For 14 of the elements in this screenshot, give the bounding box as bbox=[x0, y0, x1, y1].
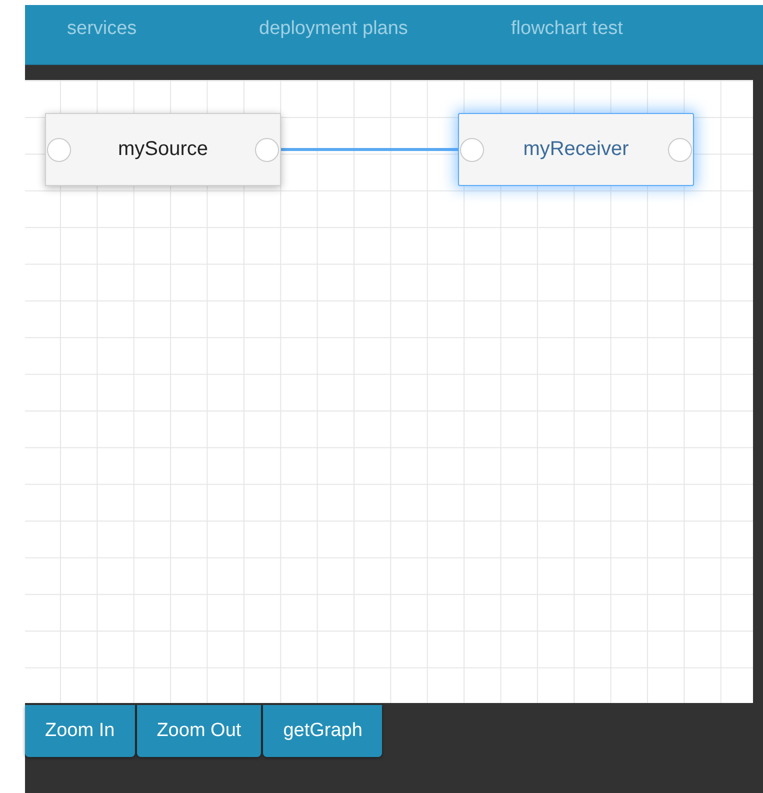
input-port[interactable] bbox=[460, 138, 484, 162]
nav-link[interactable]: deployment plans bbox=[259, 18, 408, 38]
toolbar-button[interactable]: Zoom Out bbox=[136, 705, 262, 757]
output-port[interactable] bbox=[668, 138, 692, 162]
output-port[interactable] bbox=[255, 138, 279, 162]
nav-link[interactable]: flowchart test bbox=[511, 18, 623, 38]
input-port[interactable] bbox=[47, 138, 71, 162]
toolbar-button[interactable]: Zoom In bbox=[25, 705, 135, 757]
flowchart-node[interactable]: mySource bbox=[45, 113, 281, 186]
toolbar-button[interactable]: getGraph bbox=[263, 705, 382, 757]
node-label: myReceiver bbox=[523, 138, 629, 161]
nav-link[interactable]: services bbox=[67, 18, 137, 38]
node-label: mySource bbox=[118, 138, 208, 161]
flowchart-node[interactable]: myReceiver bbox=[458, 113, 694, 186]
